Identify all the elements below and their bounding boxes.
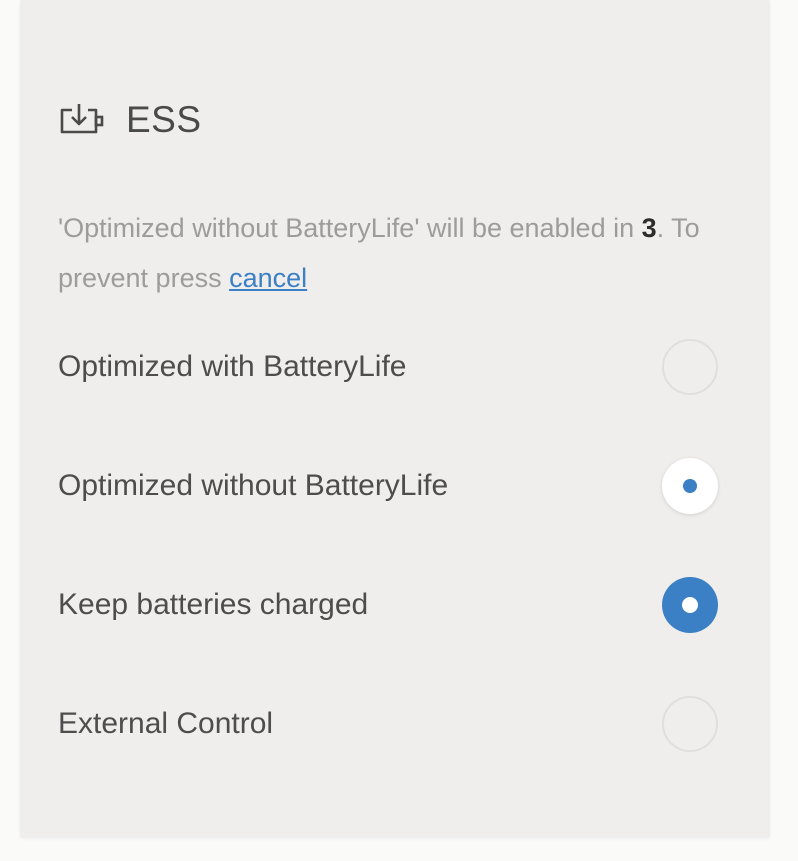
cancel-link[interactable]: cancel bbox=[229, 263, 307, 293]
radio-button[interactable] bbox=[662, 458, 718, 514]
option-optimized-without-batterylife[interactable]: Optimized without BatteryLife bbox=[58, 451, 718, 521]
notice-prefix: 'Optimized without BatteryLife' will be … bbox=[58, 213, 642, 243]
option-label: Optimized with BatteryLife bbox=[58, 350, 407, 383]
countdown-value: 3 bbox=[641, 213, 657, 243]
radio-button[interactable] bbox=[662, 577, 718, 633]
option-label: Keep batteries charged bbox=[58, 588, 369, 621]
option-external-control[interactable]: External Control bbox=[58, 689, 718, 759]
section-header: ESS bbox=[58, 96, 202, 144]
radio-button[interactable] bbox=[662, 696, 718, 752]
option-label: External Control bbox=[58, 707, 274, 740]
section-title: ESS bbox=[126, 99, 202, 140]
option-optimized-with-batterylife[interactable]: Optimized with BatteryLife bbox=[58, 332, 718, 402]
option-keep-batteries-charged[interactable]: Keep batteries charged bbox=[58, 570, 718, 640]
countdown-notice: 'Optimized without BatteryLife' will be … bbox=[58, 203, 738, 303]
option-label: Optimized without BatteryLife bbox=[58, 469, 449, 502]
radio-button[interactable] bbox=[662, 339, 718, 395]
battery-download-icon bbox=[58, 100, 108, 140]
ess-panel: ESS 'Optimized without BatteryLife' will… bbox=[20, 0, 770, 838]
